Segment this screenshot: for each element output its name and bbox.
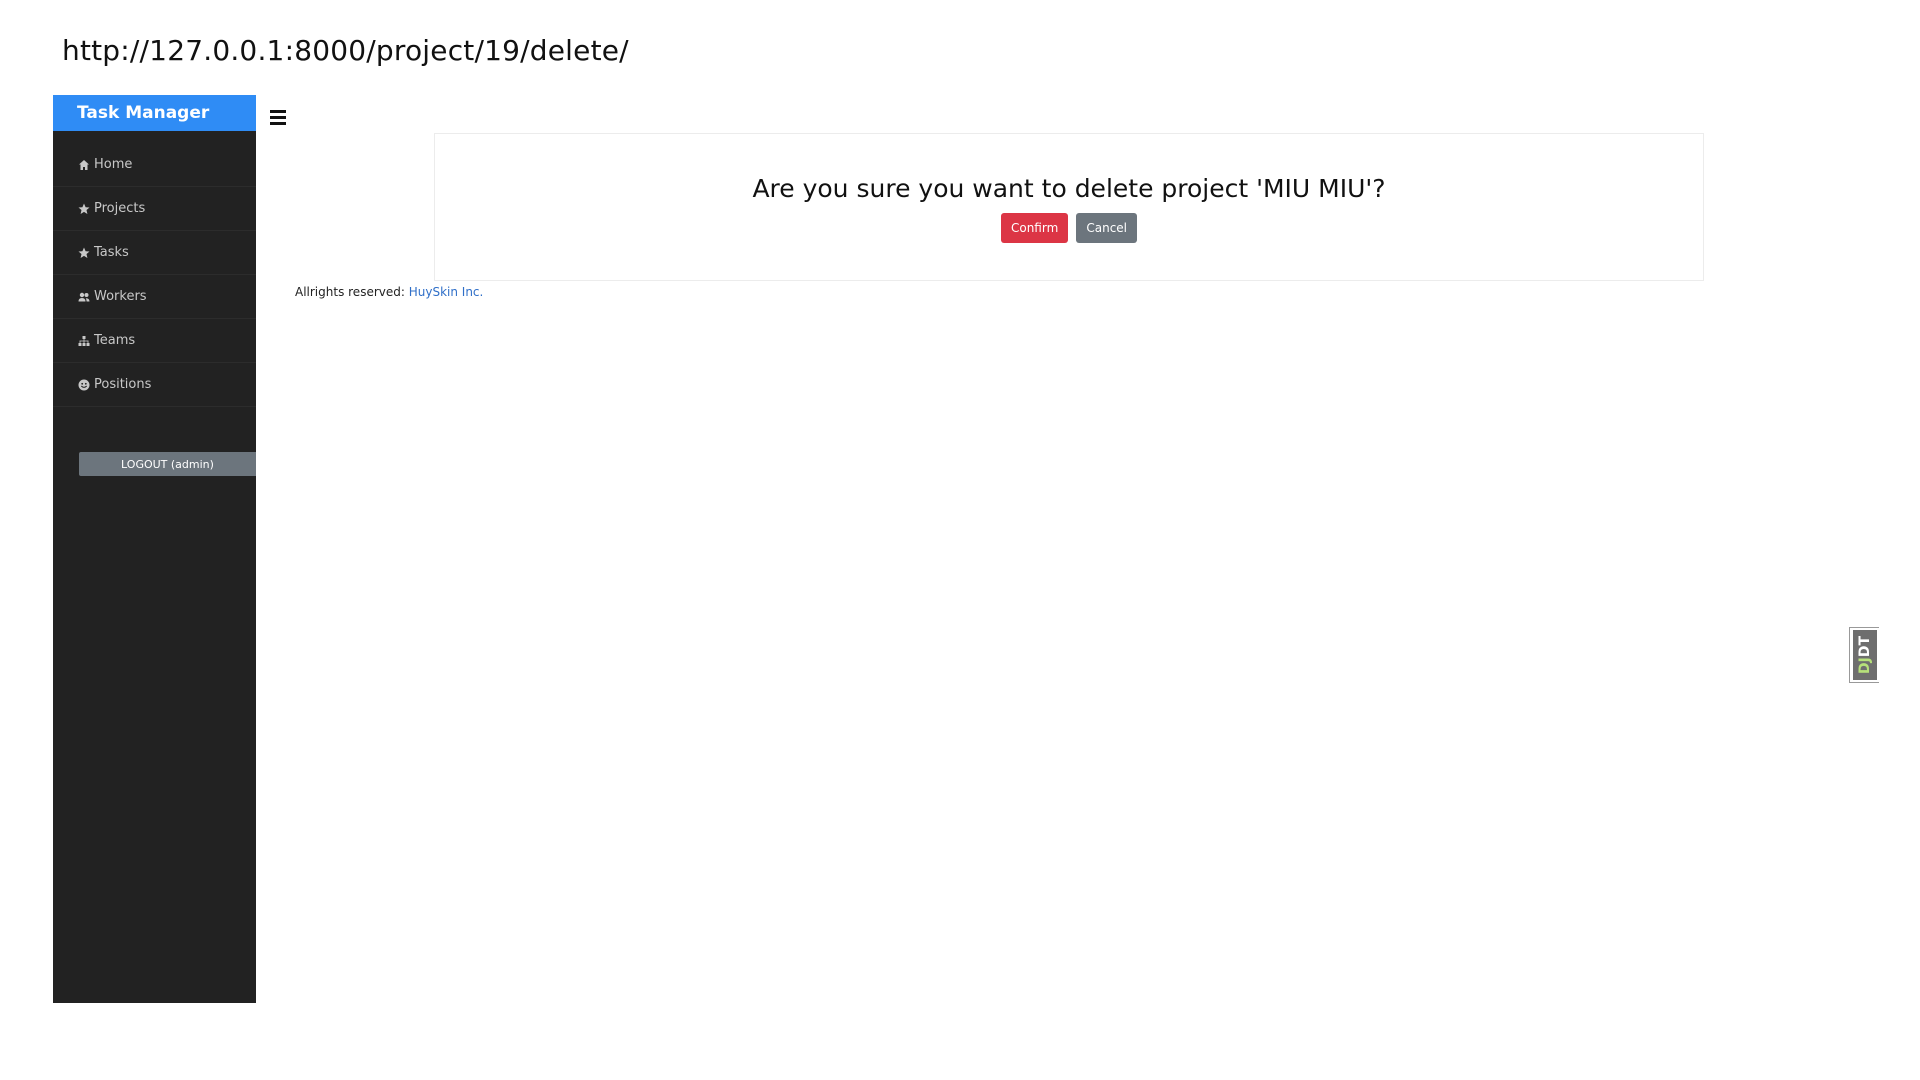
- debug-toolbar-logo: DJDT: [1852, 630, 1877, 680]
- smile-icon: [77, 378, 91, 392]
- sidebar-item-teams[interactable]: Teams: [53, 319, 256, 363]
- sidebar-item-label: Projects: [94, 201, 146, 216]
- menu-toggle-icon[interactable]: [270, 110, 286, 126]
- delete-confirmation-card: Are you sure you want to delete project …: [434, 133, 1704, 281]
- footer-text: Allrights reserved:: [295, 285, 405, 299]
- star-icon: [77, 202, 91, 216]
- users-icon: [77, 290, 91, 304]
- sidebar-item-tasks[interactable]: Tasks: [53, 231, 256, 275]
- url-text: http://127.0.0.1:8000/project/19/delete/: [62, 34, 629, 67]
- action-buttons: Confirm Cancel: [435, 213, 1703, 243]
- confirm-button[interactable]: Confirm: [1000, 213, 1069, 243]
- debug-toolbar-dt: DT: [1856, 635, 1873, 658]
- logout-button[interactable]: LOGOUT (admin): [79, 452, 256, 476]
- home-icon: [77, 158, 91, 172]
- delete-question: Are you sure you want to delete project …: [752, 174, 1386, 203]
- sitemap-icon: [77, 334, 91, 348]
- sidebar-item-projects[interactable]: Projects: [53, 187, 256, 231]
- cancel-button[interactable]: Cancel: [1076, 213, 1138, 243]
- brand-title[interactable]: Task Manager: [53, 95, 256, 131]
- sidebar-item-positions[interactable]: Positions: [53, 363, 256, 407]
- sidebar-item-label: Workers: [94, 289, 147, 304]
- sidebar: Task Manager Home Projects Tasks Workers: [53, 95, 256, 1003]
- sidebar-item-workers[interactable]: Workers: [53, 275, 256, 319]
- sidebar-item-label: Home: [94, 157, 133, 172]
- sidebar-item-label: Teams: [94, 333, 136, 348]
- footer-link[interactable]: HuySkin Inc.: [409, 285, 484, 299]
- sidebar-item-home[interactable]: Home: [53, 143, 256, 187]
- sidebar-nav: Home Projects Tasks Workers Teams Positi…: [53, 143, 256, 407]
- debug-toolbar-dj: DJ: [1856, 657, 1873, 675]
- debug-toolbar-handle[interactable]: DJDT: [1849, 627, 1879, 683]
- star-icon: [77, 246, 91, 260]
- sidebar-item-label: Tasks: [94, 245, 129, 260]
- sidebar-item-label: Positions: [94, 377, 152, 392]
- footer: Allrights reserved: HuySkin Inc.: [295, 285, 483, 299]
